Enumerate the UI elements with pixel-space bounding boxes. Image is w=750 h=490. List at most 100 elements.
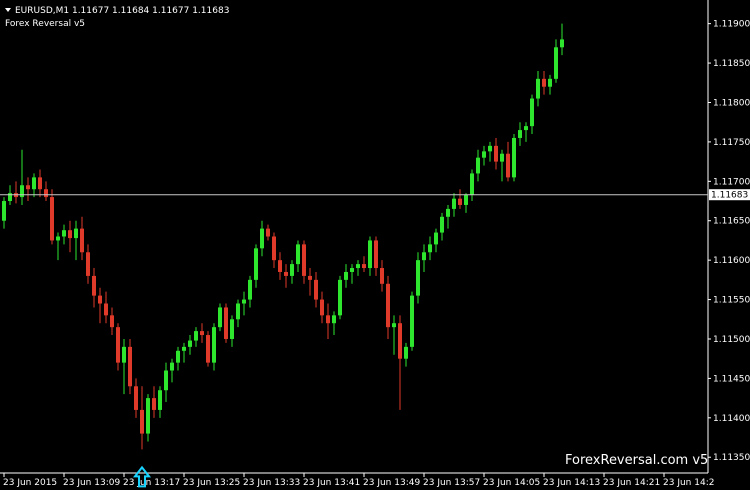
bear-candle [380, 268, 384, 284]
bull-candle [260, 228, 264, 249]
bear-candle [134, 386, 138, 410]
bull-candle [428, 244, 432, 253]
bull-candle [194, 331, 198, 341]
bull-candle [32, 177, 36, 190]
bear-candle [320, 299, 324, 316]
bear-candle [116, 327, 120, 363]
bull-candle [476, 157, 480, 174]
bear-candle [68, 230, 72, 239]
x-tick-label: 23 Jun 13:33 [243, 478, 300, 488]
x-tick-label: 23 Jun 13:09 [63, 478, 120, 488]
x-tick-label: 23 Jun 13:25 [183, 478, 240, 488]
bull-candle [446, 208, 450, 217]
x-tick-label: 23 Jun 2015 [3, 478, 57, 488]
x-tick-label: 23 Jun 14:13 [543, 478, 600, 488]
bear-candle [362, 264, 366, 269]
bull-candle [512, 137, 516, 178]
bull-candle [230, 319, 234, 339]
bull-candle [248, 279, 252, 300]
bear-candle [38, 177, 42, 190]
bull-candle [290, 264, 294, 276]
current-price-label: 1.11683 [711, 191, 748, 201]
bull-candle [524, 126, 528, 131]
bull-candle [518, 130, 522, 138]
y-tick-label: 1.11450 [713, 374, 750, 384]
y-tick-label: 1.11550 [713, 296, 750, 306]
bull-candle [410, 295, 414, 347]
bull-candle [212, 327, 216, 363]
bear-candle [206, 335, 210, 363]
bear-candle [224, 307, 228, 339]
bull-candle [56, 236, 60, 241]
bull-candle [488, 145, 492, 152]
bull-candle [74, 228, 78, 239]
bull-candle [344, 271, 348, 280]
bear-candle [494, 145, 498, 162]
x-tick-label: 23 Jun 14:05 [483, 478, 540, 488]
bear-candle [542, 78, 546, 87]
bull-candle [500, 153, 504, 162]
bear-candle [386, 283, 390, 328]
bear-candle [278, 260, 282, 272]
indicator-label: Forex Reversal v5 [5, 19, 85, 29]
bear-candle [104, 303, 108, 316]
bear-candle [374, 240, 378, 269]
bull-candle [170, 362, 174, 371]
bear-candle [128, 346, 132, 387]
bear-candle [314, 279, 318, 300]
y-tick-label: 1.11700 [713, 177, 750, 187]
bull-candle [236, 303, 240, 320]
bear-candle [266, 228, 270, 237]
bear-candle [80, 228, 84, 253]
bull-candle [188, 340, 192, 347]
bear-candle [92, 275, 96, 296]
bear-candle [506, 153, 510, 178]
y-tick-label: 1.11800 [713, 98, 750, 108]
x-tick-label: 23 Jun 13:57 [423, 478, 480, 488]
bull-candle [392, 323, 396, 328]
bull-candle [158, 390, 162, 410]
bull-candle [122, 346, 126, 363]
bull-candle [242, 299, 246, 304]
bull-candle [176, 350, 180, 363]
y-tick-label: 1.11750 [713, 138, 750, 148]
y-tick-label: 1.11900 [713, 20, 750, 30]
bear-candle [308, 275, 312, 280]
bear-candle [26, 185, 30, 190]
x-tick-label: 23 Jun 13:17 [123, 478, 180, 488]
bear-candle [398, 323, 402, 359]
bear-candle [326, 315, 330, 324]
bull-candle [338, 279, 342, 316]
bull-candle [548, 78, 552, 87]
bull-candle [146, 398, 150, 434]
bear-candle [140, 409, 144, 434]
x-tick-label: 23 Jun 13:41 [303, 478, 360, 488]
bear-candle [110, 315, 114, 328]
bull-candle [350, 268, 354, 272]
bear-candle [458, 198, 462, 205]
y-tick-label: 1.11350 [713, 453, 750, 463]
bear-candle [284, 271, 288, 276]
x-tick-label: 23 Jun 14:2 [663, 478, 714, 488]
bull-candle [368, 240, 372, 269]
symbol-info: EURUSD,M1 1.11677 1.11684 1.11677 1.1168… [15, 6, 229, 16]
bull-candle [482, 151, 486, 158]
bull-candle [62, 230, 66, 237]
bull-candle [332, 315, 336, 324]
bull-candle [434, 232, 438, 245]
bull-candle [554, 47, 558, 79]
x-tick-label: 23 Jun 14:21 [603, 478, 660, 488]
price-chart[interactable]: 1.11900 1.11850 1.11800 1.11750 1.11700 1.116… [0, 0, 750, 490]
bull-candle [254, 248, 258, 280]
bull-candle [536, 78, 540, 99]
x-tick-label: 23 Jun 13:49 [363, 478, 420, 488]
bear-candle [50, 197, 54, 241]
bear-candle [200, 331, 204, 336]
bull-candle [416, 260, 420, 296]
y-tick-label: 1.11400 [713, 414, 750, 424]
bear-candle [302, 244, 306, 276]
bear-candle [86, 252, 90, 276]
bull-candle [440, 216, 444, 233]
bear-candle [44, 189, 48, 198]
bull-candle [20, 185, 24, 198]
